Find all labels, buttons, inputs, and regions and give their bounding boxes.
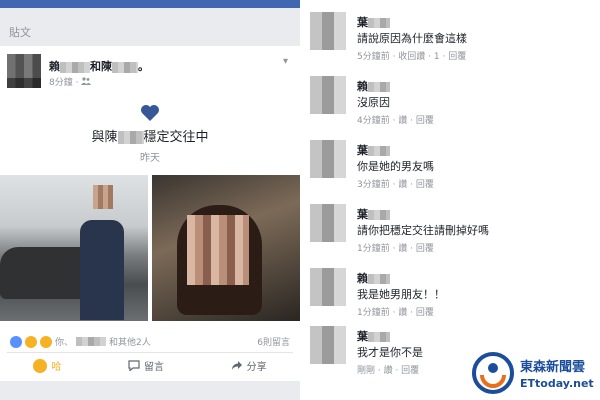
- commenter-avatar[interactable]: [310, 12, 346, 50]
- redacted-name: [368, 82, 390, 92]
- like-reaction-icon: [10, 335, 22, 348]
- comment-meta[interactable]: 剛剛 · 讚 · 回覆: [357, 363, 419, 376]
- commenter-name-text: 葉: [357, 144, 368, 157]
- comments-panel: 葉 請說原因為什麼會這樣 5分鐘前 · 收回讚 · 1 · 回覆 賴 沒原因 4…: [300, 0, 600, 400]
- commenter-name-text: 葉: [357, 208, 368, 221]
- poster-names[interactable]: 賴 和陳 。: [49, 58, 149, 74]
- redacted-name: [368, 18, 390, 28]
- reactions-others: 和其他2人: [109, 338, 151, 348]
- relationship-status: 與陳 穩定交往中: [0, 126, 300, 145]
- status-prefix: 與陳: [91, 130, 118, 145]
- blurred-face: [93, 185, 113, 209]
- comment-item: 葉 請你把穩定交往請刪掉好嗎 1分鐘前 · 讚 · 回覆: [310, 192, 600, 254]
- haha-button[interactable]: 哈: [33, 358, 61, 373]
- ettoday-logo-icon: [472, 352, 514, 394]
- commenter-name-text: 賴: [357, 80, 368, 93]
- comment-text: 你是她的男友嗎: [357, 160, 434, 173]
- blurred-face: [187, 215, 249, 285]
- share-button[interactable]: 分享: [231, 358, 267, 373]
- share-label: 分享: [246, 362, 267, 373]
- haha-label: 哈: [51, 362, 62, 373]
- reactions-summary[interactable]: 你、 和其他2人: [10, 335, 151, 348]
- comment-meta[interactable]: 3分鐘前 · 讚 · 回覆: [357, 177, 434, 190]
- redacted-name: [60, 61, 90, 73]
- section-title: 貼文: [9, 26, 31, 39]
- commenter-name[interactable]: 葉: [357, 328, 390, 344]
- poster-avatar[interactable]: [7, 54, 41, 88]
- commenter-avatar[interactable]: [310, 204, 346, 242]
- photo-woman-selfie[interactable]: [152, 175, 300, 321]
- comment-text: 我是她男朋友！！: [357, 288, 445, 301]
- comment-icon: [128, 360, 140, 371]
- redacted-name: [76, 337, 107, 346]
- poster-join: 和陳: [90, 60, 112, 73]
- comment-item: 葉 請說原因為什麼會這樣 5分鐘前 · 收回讚 · 1 · 回覆: [310, 0, 600, 62]
- poster-first[interactable]: 賴: [49, 60, 60, 73]
- commenter-name-text: 賴: [357, 272, 368, 285]
- post-card: 賴和陳。 8分鐘 · ▾ 與陳 穩定交往中 昨天 你、 和其他2人 6則留言 哈…: [0, 46, 300, 381]
- redacted-name: [368, 146, 390, 156]
- comment-item: 葉 你是她的男友嗎 3分鐘前 · 讚 · 回覆: [310, 128, 600, 190]
- post-panel: 貼文 賴 和陳 。 8分鐘 · ▾ 與陳 穩定交往中 昨天 你、 和其他2人 6則留…: [0, 0, 300, 400]
- commenter-name[interactable]: 葉: [357, 142, 390, 158]
- comment-text: 請說原因為什麼會這樣: [357, 32, 467, 45]
- comment-text: 我才是你不是: [357, 346, 423, 359]
- comment-meta[interactable]: 1分鐘前 · 讚 · 回覆: [357, 241, 434, 254]
- comment-label: 留言: [143, 362, 164, 373]
- comment-text: 請你把穩定交往請刪掉好嗎: [357, 224, 489, 237]
- comment-item: 賴 我是她男朋友！！ 1分鐘前 · 讚 · 回覆: [310, 256, 600, 318]
- share-icon: [231, 361, 242, 370]
- reactions-you: 你、: [55, 338, 74, 348]
- divider: [7, 352, 293, 353]
- comment-meta[interactable]: 4分鐘前 · 讚 · 回覆: [357, 113, 434, 126]
- post-time[interactable]: 8分鐘: [49, 78, 73, 88]
- status-suffix: 穩定交往中: [143, 130, 209, 145]
- wow-reaction-icon: [40, 335, 52, 348]
- redacted-name: [117, 131, 144, 144]
- photo-man-with-car[interactable]: [0, 175, 148, 321]
- brand-name-en: ETtoday.net: [520, 377, 594, 390]
- commenter-avatar[interactable]: [310, 140, 346, 178]
- commenter-avatar[interactable]: [310, 326, 346, 364]
- redacted-name: [112, 61, 138, 73]
- status-date: 昨天: [140, 153, 160, 164]
- poster-end: 。: [138, 60, 149, 73]
- top-bar: [0, 0, 300, 8]
- redacted-name: [368, 210, 390, 220]
- commenter-name[interactable]: 葉: [357, 14, 390, 30]
- haha-reaction-icon: [25, 335, 37, 348]
- commenter-name[interactable]: 賴: [357, 270, 390, 286]
- commenter-name-text: 葉: [357, 16, 368, 29]
- comment-button[interactable]: 留言: [128, 358, 164, 373]
- commenter-name[interactable]: 賴: [357, 78, 390, 94]
- post-meta: 8分鐘 ·: [49, 75, 92, 88]
- commenter-avatar[interactable]: [310, 268, 346, 306]
- commenter-name-text: 葉: [357, 330, 368, 343]
- heart-icon: [141, 105, 159, 121]
- comment-item: 賴 沒原因 4分鐘前 · 讚 · 回覆: [310, 64, 600, 126]
- post-actions: 哈 留言 分享: [0, 358, 300, 373]
- commenter-name[interactable]: 葉: [357, 206, 390, 222]
- brand-name-cn: 東森新聞雲: [520, 360, 586, 375]
- chevron-down-icon[interactable]: ▾: [283, 56, 288, 67]
- redacted-name: [368, 274, 390, 284]
- comment-meta[interactable]: 5分鐘前 · 收回讚 · 1 · 回覆: [357, 49, 466, 62]
- redacted-name: [368, 332, 390, 342]
- comments-count[interactable]: 6則留言: [257, 335, 290, 348]
- haha-icon: [33, 358, 48, 373]
- friends-icon: [81, 77, 92, 85]
- person-shape: [80, 220, 124, 320]
- comment-text: 沒原因: [357, 96, 390, 109]
- commenter-avatar[interactable]: [310, 76, 346, 114]
